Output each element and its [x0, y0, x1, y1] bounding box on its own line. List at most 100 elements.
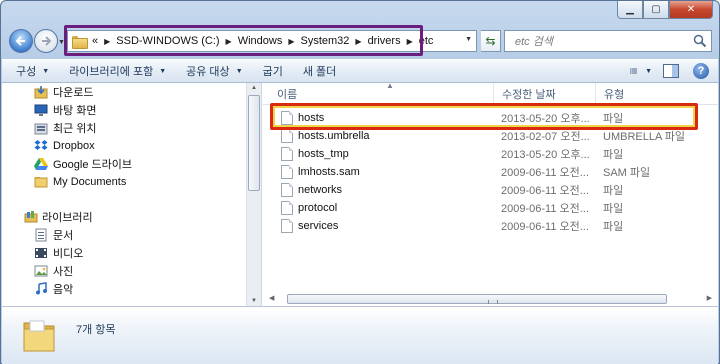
hosts-annotation-box — [270, 103, 698, 130]
file-icon — [281, 183, 293, 197]
nav-item-videos[interactable]: 비디오 — [34, 244, 83, 262]
nav-item-dropbox[interactable]: Dropbox — [34, 137, 95, 155]
navigation-scrollbar[interactable]: ▲ ▼ — [247, 83, 262, 306]
content-area: 다운로드 바탕 화면 최근 위치 Dropbox Google 드라이브 My … — [2, 81, 718, 306]
file-modified: 2009-06-11 오전... — [501, 167, 589, 179]
forward-button[interactable] — [34, 29, 58, 53]
file-modified: 2013-02-07 오전... — [501, 131, 590, 143]
scroll-left-icon[interactable]: ◀ — [269, 294, 274, 302]
address-history-dropdown[interactable]: ▼ — [465, 36, 472, 43]
grip-icon — [488, 300, 498, 304]
scrollbar-thumb[interactable] — [248, 95, 260, 191]
horizontal-scrollbar[interactable]: ◀ ▶ — [263, 292, 718, 306]
scroll-up-icon[interactable]: ▲ — [251, 85, 257, 91]
preview-pane-button[interactable] — [660, 62, 682, 80]
file-type: SAM 파일 — [603, 167, 651, 179]
scrollbar-thumb[interactable] — [287, 294, 667, 304]
nav-item-desktop[interactable]: 바탕 화면 — [34, 101, 97, 119]
nav-item-label: 비디오 — [53, 248, 84, 260]
nav-item-label: 문서 — [53, 230, 74, 242]
column-header-modified[interactable]: 수정한 날짜 — [494, 83, 596, 105]
refresh-icon: ⇆ — [485, 34, 496, 48]
burn-button[interactable]: 굽기 — [253, 63, 293, 79]
nav-group-libraries[interactable]: 라이브러리 — [24, 208, 93, 226]
chevron-down-icon: ▼ — [159, 67, 167, 75]
back-button[interactable] — [9, 29, 33, 53]
view-list-icon — [630, 68, 638, 74]
recent-places-icon — [34, 121, 48, 135]
navigation-row: ▼ « ▶ SSD-WINDOWS (C:) ▶ Windows ▶ Syste… — [1, 25, 719, 57]
nav-item-my-documents[interactable]: My Documents — [34, 173, 126, 191]
libraries-icon — [24, 210, 38, 224]
file-type: 파일 — [603, 203, 624, 215]
downloads-icon — [34, 85, 48, 99]
file-modified: 2009-06-11 오전... — [501, 185, 589, 197]
minimize-button[interactable]: ▁ — [617, 1, 643, 19]
file-modified: 2009-06-11 오전... — [501, 203, 589, 215]
help-button[interactable]: ? — [690, 62, 712, 80]
nav-item-label: Dropbox — [53, 140, 95, 152]
nav-item-label: My Documents — [53, 176, 127, 188]
nav-item-recent-places[interactable]: 최근 위치 — [34, 119, 97, 137]
minimize-icon: ▁ — [626, 4, 634, 15]
file-type: 파일 — [603, 149, 624, 161]
file-name: hosts.umbrella — [298, 130, 370, 142]
music-icon — [34, 282, 48, 296]
file-icon — [281, 201, 293, 215]
column-label: 유형 — [604, 89, 625, 101]
file-modified: 2013-05-20 오후... — [501, 149, 590, 161]
nav-item-label: 바탕 화면 — [53, 105, 97, 117]
nav-item-pictures[interactable]: 사진 — [34, 262, 73, 280]
pictures-icon — [34, 264, 48, 278]
scroll-right-icon[interactable]: ▶ — [707, 294, 712, 302]
maximize-icon: ▢ — [651, 4, 661, 15]
video-icon — [34, 246, 48, 260]
file-icon — [281, 165, 293, 179]
column-label: 수정한 날짜 — [502, 89, 556, 101]
maximize-button[interactable]: ▢ — [643, 1, 669, 19]
new-folder-label: 새 폴더 — [302, 66, 337, 78]
navigation-pane: 다운로드 바탕 화면 최근 위치 Dropbox Google 드라이브 My … — [2, 83, 247, 306]
file-name: protocol — [298, 202, 338, 214]
search-placeholder: etc 검색 — [515, 36, 553, 48]
search-input[interactable]: etc 검색 — [504, 30, 712, 52]
column-header-name[interactable]: 이름 ▲ — [269, 81, 494, 105]
nav-item-music[interactable]: 음악 — [34, 280, 73, 298]
organize-button[interactable]: 구성 ▼ — [2, 63, 59, 79]
file-name: networks — [298, 184, 343, 196]
search-icon[interactable] — [693, 34, 707, 48]
file-name: hosts_tmp — [298, 148, 349, 160]
column-label: 이름 — [277, 89, 298, 101]
file-icon — [281, 147, 293, 161]
file-icon — [281, 129, 293, 143]
column-header-row: 이름 ▲ 수정한 날짜 유형 — [263, 81, 718, 105]
nav-item-label: 음악 — [53, 284, 74, 296]
dropbox-icon — [34, 139, 48, 153]
arrow-left-icon — [15, 36, 25, 46]
file-icon — [281, 219, 293, 233]
caption-buttons: ▁ ▢ ✕ — [617, 1, 713, 19]
new-folder-button[interactable]: 새 폴더 — [293, 63, 346, 79]
column-header-type[interactable]: 유형 — [596, 83, 716, 105]
change-view-button[interactable]: ▼ — [630, 62, 652, 80]
share-with-button[interactable]: 공유 대상 ▼ — [176, 63, 252, 79]
chevron-down-icon[interactable]: ▼ — [645, 68, 652, 75]
include-in-library-button[interactable]: 라이브러리에 포함 ▼ — [59, 63, 176, 79]
file-type: 파일 — [603, 185, 624, 197]
include-in-library-label: 라이브러리에 포함 — [69, 66, 154, 78]
scroll-down-icon[interactable]: ▼ — [251, 298, 257, 304]
chevron-down-icon: ▼ — [42, 67, 50, 75]
file-type: UMBRELLA 파일 — [603, 131, 685, 143]
file-name: services — [298, 220, 339, 232]
nav-item-downloads[interactable]: 다운로드 — [34, 83, 93, 101]
explorer-window: ▁ ▢ ✕ ▼ « ▶ SSD-WINDOWS (C:) ▶ Windows ▶… — [0, 0, 720, 364]
nav-item-documents[interactable]: 문서 — [34, 226, 73, 244]
desktop-icon — [34, 103, 48, 117]
refresh-button[interactable]: ⇆ — [481, 30, 501, 52]
nav-item-google-drive[interactable]: Google 드라이브 — [34, 155, 132, 173]
details-pane: 7개 항목 — [2, 306, 718, 364]
view-controls: ▼ ? — [622, 62, 712, 80]
nav-group-label: 라이브러리 — [42, 212, 93, 224]
nav-item-label: Google 드라이브 — [53, 159, 133, 171]
close-button[interactable]: ✕ — [669, 1, 713, 19]
